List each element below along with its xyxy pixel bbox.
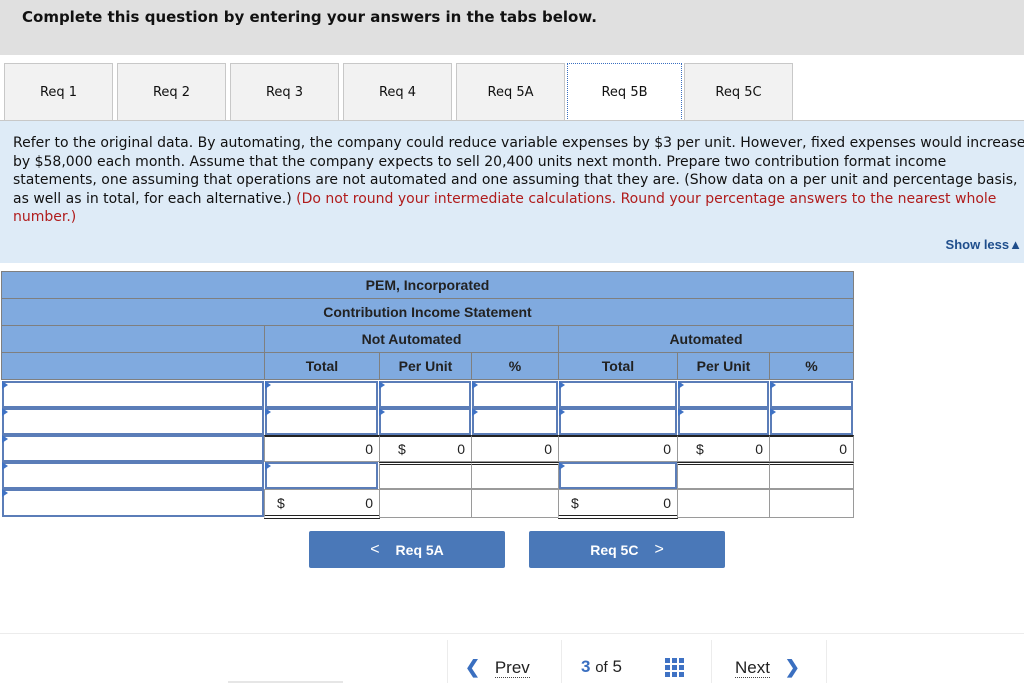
col-total-automated: Total <box>558 352 678 380</box>
chevron-left-icon: ❮ <box>465 657 481 677</box>
group-not-automated: Not Automated <box>264 325 559 353</box>
dollar-sign: $ <box>571 494 579 511</box>
row-2-per-unit-automated-input[interactable] <box>678 408 769 435</box>
footer-separator <box>826 640 827 683</box>
dollar-sign: $ <box>277 494 285 511</box>
row-3-pct-automated-value: 0 <box>839 441 847 457</box>
label-header-blank <box>1 325 265 353</box>
row-2-per-unit-not-automated-input[interactable] <box>379 408 471 435</box>
row-4-per-unit-not-automated <box>379 462 472 489</box>
row-5-label-input[interactable] <box>2 489 264 517</box>
chevron-left-icon: < <box>370 540 380 558</box>
row-2-total-not-automated-input[interactable] <box>265 408 378 435</box>
tab-req-1[interactable]: Req 1 <box>4 63 113 121</box>
row-4-total-not-automated-input[interactable] <box>265 462 378 489</box>
statement-title: Contribution Income Statement <box>1 298 854 326</box>
row-2-total-automated-input[interactable] <box>559 408 677 435</box>
prev-page-button[interactable]: ❮ Prev <box>465 657 530 678</box>
row-3-total-automated: 0 <box>558 435 678 462</box>
row-1-pct-not-automated-input[interactable] <box>472 381 558 408</box>
row-5-total-not-automated: $0 <box>264 489 380 519</box>
row-3-pct-automated: 0 <box>769 435 854 462</box>
dollar-sign: $ <box>398 441 406 457</box>
current-page: 3 <box>581 657 591 676</box>
row-3-total-not-automated: 0 <box>264 435 380 462</box>
total-pages: 5 <box>612 657 622 676</box>
tab-req-5c[interactable]: Req 5C <box>684 63 793 121</box>
col-per-unit-automated: Per Unit <box>677 352 770 380</box>
instruction-banner: Complete this question by entering your … <box>0 0 1024 55</box>
row-3-per-unit-automated: $0 <box>677 435 770 462</box>
row-3-total-not-automated-value: 0 <box>365 441 373 457</box>
row-2-label-input[interactable] <box>2 408 264 435</box>
row-3-per-unit-not-automated: $0 <box>379 435 472 462</box>
row-5-total-not-automated-value: 0 <box>365 494 373 511</box>
row-3-per-unit-not-automated-value: 0 <box>457 441 465 457</box>
col-pct-automated: % <box>769 352 854 380</box>
question-text: Refer to the original data. By automatin… <box>13 134 1024 227</box>
next-req-button[interactable]: Req 5C > <box>529 531 725 568</box>
company-name: PEM, Incorporated <box>1 271 854 299</box>
col-per-unit-not-automated: Per Unit <box>379 352 472 380</box>
footer-separator <box>561 640 562 683</box>
row-2-pct-automated-input[interactable] <box>770 408 853 435</box>
tab-req-4[interactable]: Req 4 <box>343 63 452 121</box>
row-4-total-automated-input[interactable] <box>559 462 677 489</box>
page-indicator: 3 of 5 <box>581 657 622 677</box>
row-5-per-unit-not-automated <box>379 489 472 518</box>
prev-label: Prev <box>494 658 530 678</box>
row-3-per-unit-automated-value: 0 <box>755 441 763 457</box>
tab-req-5b[interactable]: Req 5B <box>567 63 682 121</box>
next-page-button[interactable]: Next ❯ <box>735 657 800 678</box>
next-label: Next <box>735 658 770 678</box>
next-req-label: Req 5C <box>590 541 639 558</box>
col-total-not-automated: Total <box>264 352 380 380</box>
row-1-total-not-automated-input[interactable] <box>265 381 378 408</box>
show-less-label: Show less <box>945 237 1010 252</box>
row-5-per-unit-automated <box>677 489 770 518</box>
dollar-sign: $ <box>696 441 704 457</box>
grid-icon[interactable] <box>665 658 684 677</box>
chevron-right-icon: ❯ <box>784 657 800 677</box>
col-pct-not-automated: % <box>471 352 559 380</box>
row-2-pct-not-automated-input[interactable] <box>472 408 558 435</box>
row-3-label-input[interactable] <box>2 435 264 462</box>
triangle-up-icon: ▲ <box>1009 237 1022 252</box>
footer-divider <box>0 633 1024 634</box>
question-panel: Refer to the original data. By automatin… <box>0 121 1024 263</box>
footer-separator <box>711 640 712 683</box>
tab-req-3[interactable]: Req 3 <box>230 63 339 121</box>
row-5-pct-not-automated <box>471 489 559 518</box>
row-4-pct-automated <box>769 462 854 489</box>
row-4-label-input[interactable] <box>2 462 264 489</box>
page-of: of <box>595 659 608 676</box>
banner-title: Complete this question by entering your … <box>22 8 597 26</box>
row-3-pct-not-automated-value: 0 <box>544 441 552 457</box>
row-1-total-automated-input[interactable] <box>559 381 677 408</box>
chevron-right-icon: > <box>654 540 664 558</box>
label-col-header <box>1 352 265 380</box>
row-5-pct-automated <box>769 489 854 518</box>
row-5-total-automated: $0 <box>558 489 678 519</box>
row-4-pct-not-automated <box>471 462 559 489</box>
row-4-per-unit-automated <box>677 462 770 489</box>
row-3-total-automated-value: 0 <box>663 441 671 457</box>
row-3-pct-not-automated: 0 <box>471 435 559 462</box>
footer-separator <box>447 640 448 683</box>
row-1-pct-automated-input[interactable] <box>770 381 853 408</box>
tab-req-5a[interactable]: Req 5A <box>456 63 565 121</box>
prev-req-button[interactable]: < Req 5A <box>309 531 505 568</box>
tab-req-2[interactable]: Req 2 <box>117 63 226 121</box>
group-automated: Automated <box>558 325 854 353</box>
show-less-link[interactable]: Show less▲ <box>946 237 1022 252</box>
row-1-label-input[interactable] <box>2 381 264 408</box>
row-5-total-automated-value: 0 <box>663 494 671 511</box>
row-1-per-unit-not-automated-input[interactable] <box>379 381 471 408</box>
row-1-per-unit-automated-input[interactable] <box>678 381 769 408</box>
prev-req-label: Req 5A <box>395 541 444 558</box>
